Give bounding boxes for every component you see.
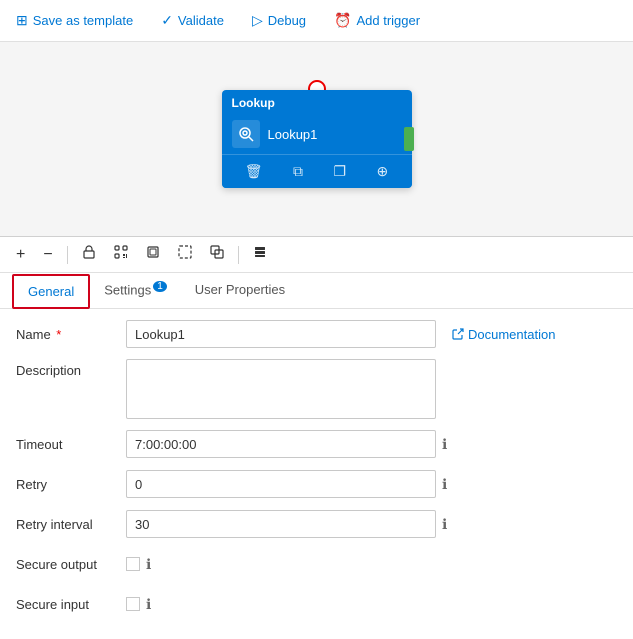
node-delete-button[interactable]: 🗑 bbox=[241, 161, 267, 182]
name-row: Name * Documentation bbox=[16, 319, 617, 349]
secure-input-checkbox[interactable] bbox=[126, 597, 140, 611]
name-input[interactable] bbox=[126, 320, 436, 348]
node-body: Lookup1 bbox=[222, 114, 412, 154]
description-label: Description bbox=[16, 359, 126, 378]
secure-input-row: Secure input ℹ bbox=[16, 589, 617, 619]
resize-button[interactable] bbox=[204, 242, 230, 267]
barcode-view-button[interactable] bbox=[108, 242, 134, 267]
node-name-label: Lookup1 bbox=[268, 127, 318, 142]
main-toolbar: ⊞ Save as template ✓ Validate ▷ Debug ⏰ … bbox=[0, 0, 633, 42]
secure-output-info-icon[interactable]: ℹ bbox=[146, 556, 151, 573]
save-template-button[interactable]: ⊞ Save as template bbox=[12, 10, 137, 31]
node-actions-bar: 🗑 ⧉ ❐ ⊕ bbox=[222, 154, 412, 188]
tab-general[interactable]: General bbox=[12, 274, 90, 309]
retry-interval-info-icon[interactable]: ℹ bbox=[442, 516, 447, 533]
timeout-input[interactable] bbox=[126, 430, 436, 458]
lookup-node[interactable]: Lookup Lookup1 🗑 ⧉ ❐ ⊕ bbox=[222, 90, 412, 188]
canvas-area[interactable]: Lookup Lookup1 🗑 ⧉ ❐ ⊕ bbox=[0, 42, 633, 237]
layers-button[interactable] bbox=[247, 242, 273, 267]
settings-badge: 1 bbox=[153, 281, 167, 292]
name-label: Name * bbox=[16, 327, 126, 342]
node-duplicate-button[interactable]: ❐ bbox=[329, 161, 350, 182]
validate-label: Validate bbox=[178, 13, 224, 28]
timeout-row: Timeout ℹ bbox=[16, 429, 617, 459]
validate-button[interactable]: ✓ Validate bbox=[157, 10, 228, 31]
properties-panel: Name * Documentation Description Timeout… bbox=[0, 309, 633, 639]
add-trigger-icon: ⏰ bbox=[334, 12, 351, 29]
debug-label: Debug bbox=[268, 13, 306, 28]
retry-row: Retry ℹ bbox=[16, 469, 617, 499]
node-add-button[interactable]: ⊕ bbox=[372, 161, 392, 182]
canvas-sub-toolbar: + − bbox=[0, 237, 633, 273]
fit-view-button[interactable] bbox=[140, 242, 166, 267]
node-type-header: Lookup bbox=[222, 90, 412, 114]
tab-general-label: General bbox=[28, 284, 74, 299]
retry-interval-row: Retry interval ℹ bbox=[16, 509, 617, 539]
timeout-info-icon[interactable]: ℹ bbox=[442, 436, 447, 453]
lock-button[interactable] bbox=[76, 242, 102, 267]
properties-tabs: General Settings1 User Properties bbox=[0, 273, 633, 309]
node-body-wrapper[interactable]: Lookup Lookup1 🗑 ⧉ ❐ ⊕ bbox=[222, 90, 412, 188]
secure-input-info-icon[interactable]: ℹ bbox=[146, 596, 151, 613]
timeout-label: Timeout bbox=[16, 437, 126, 452]
secure-output-checkbox[interactable] bbox=[126, 557, 140, 571]
external-link-icon bbox=[452, 328, 464, 340]
retry-label: Retry bbox=[16, 477, 126, 492]
select-button[interactable] bbox=[172, 242, 198, 267]
add-trigger-button[interactable]: ⏰ Add trigger bbox=[330, 10, 424, 31]
description-row: Description bbox=[16, 359, 617, 419]
tab-settings-label: Settings bbox=[104, 283, 151, 298]
secure-output-label: Secure output bbox=[16, 557, 126, 572]
retry-input[interactable] bbox=[126, 470, 436, 498]
name-required-star: * bbox=[53, 327, 62, 342]
tab-user-properties-label: User Properties bbox=[195, 282, 285, 297]
retry-interval-label: Retry interval bbox=[16, 517, 126, 532]
documentation-link[interactable]: Documentation bbox=[452, 327, 555, 342]
save-template-label: Save as template bbox=[33, 13, 133, 28]
retry-info-icon[interactable]: ℹ bbox=[442, 476, 447, 493]
secure-output-row: Secure output ℹ bbox=[16, 549, 617, 579]
tab-settings[interactable]: Settings1 bbox=[90, 273, 181, 307]
description-input[interactable] bbox=[126, 359, 436, 419]
node-status-dot bbox=[404, 127, 414, 151]
secure-input-label: Secure input bbox=[16, 597, 126, 612]
validate-icon: ✓ bbox=[161, 12, 173, 29]
save-template-icon: ⊞ bbox=[16, 12, 28, 29]
node-copy-button[interactable]: ⧉ bbox=[289, 161, 307, 182]
zoom-out-button[interactable]: − bbox=[37, 243, 58, 267]
documentation-label: Documentation bbox=[468, 327, 555, 342]
debug-icon: ▷ bbox=[252, 12, 263, 29]
debug-button[interactable]: ▷ Debug bbox=[248, 10, 310, 31]
node-lookup-icon bbox=[232, 120, 260, 148]
add-trigger-label: Add trigger bbox=[356, 13, 420, 28]
toolbar-divider-2 bbox=[238, 246, 239, 264]
tab-user-properties[interactable]: User Properties bbox=[181, 274, 299, 307]
retry-interval-input[interactable] bbox=[126, 510, 436, 538]
zoom-in-button[interactable]: + bbox=[10, 243, 31, 267]
toolbar-divider-1 bbox=[67, 246, 68, 264]
